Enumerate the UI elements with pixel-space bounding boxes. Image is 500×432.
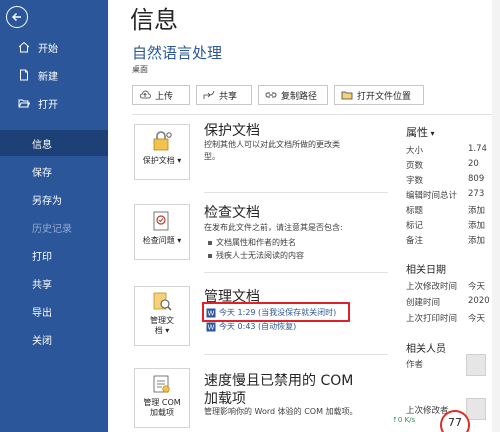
property-row: 大小 1.74: [406, 144, 487, 156]
nav-info[interactable]: 信息: [0, 130, 108, 156]
manage-document-tile-label: 管理文档 ▾: [150, 316, 174, 335]
nav-info-label: 信息: [32, 139, 52, 151]
info-page: 信息 自然语言处理 桌面 上传 共享 复制路径 打开文件位置 保护文档 ▾ 保护…: [108, 0, 500, 432]
divider: [204, 272, 388, 273]
property-row: 页数 20: [406, 159, 479, 171]
nav-print[interactable]: 打印: [0, 242, 108, 268]
date-row: 上次打印时间 今天: [406, 314, 486, 324]
word-doc-icon: W: [206, 322, 216, 331]
autosave-version-2[interactable]: W 今天 0:43 (自动恢复): [206, 321, 296, 332]
com-addins-title-line1: 速度慢且已禁用的 COM: [204, 373, 354, 389]
document-title: 自然语言处理: [132, 44, 223, 62]
nav-save[interactable]: 保存: [0, 158, 108, 184]
scrollbar[interactable]: [492, 0, 500, 432]
protect-document-desc: 控制其他人可以对此文档所做的更改类型。: [204, 140, 340, 161]
nav-new[interactable]: 新建: [0, 62, 108, 88]
backstage-sidebar: 开始 新建 打开 信息 保存 另存为 历史记录 打印 共享 导出 关闭: [0, 0, 108, 432]
lock-key-icon: [153, 131, 172, 151]
share-button[interactable]: 共享: [196, 85, 252, 105]
nav-save-label: 保存: [32, 167, 52, 179]
divider: [132, 114, 492, 115]
nav-open[interactable]: 打开: [0, 90, 108, 116]
protect-document-tile[interactable]: 保护文档 ▾: [134, 124, 190, 180]
nav-save-as-label: 另存为: [32, 195, 62, 207]
nav-print-label: 打印: [32, 251, 52, 263]
nav-new-label: 新建: [38, 71, 58, 83]
page-title: 信息: [130, 6, 178, 34]
upload-label: 上传: [155, 91, 174, 102]
folder-open-icon: [16, 95, 32, 111]
property-row: 字数 809: [406, 174, 485, 186]
check-issues-tile[interactable]: 检查问题 ▾: [134, 204, 190, 260]
document-location: 桌面: [132, 65, 148, 74]
nav-export-label: 导出: [32, 307, 52, 319]
nav-share[interactable]: 共享: [0, 270, 108, 296]
home-icon: [16, 39, 32, 55]
nav-close[interactable]: 关闭: [0, 326, 108, 352]
nav-share-label: 共享: [32, 279, 52, 291]
nav-history: 历史记录: [0, 214, 108, 240]
status-badge: 77: [440, 410, 470, 432]
divider: [204, 354, 388, 355]
related-dates-heading: 相关日期: [406, 265, 446, 276]
open-file-location-button[interactable]: 打开文件位置: [334, 85, 424, 105]
com-addins-icon: [153, 375, 170, 393]
property-row[interactable]: 备注 添加: [406, 234, 500, 246]
divider: [204, 192, 388, 193]
nav-close-label: 关闭: [32, 335, 52, 347]
related-people-heading: 相关人员: [406, 344, 446, 355]
nav-home-label: 开始: [38, 43, 58, 55]
properties-heading[interactable]: 属性 ▾: [406, 124, 435, 140]
upload-button[interactable]: 上传: [132, 85, 190, 105]
copy-path-button[interactable]: 复制路径: [258, 85, 328, 105]
cloud-upload-icon: [139, 90, 151, 99]
share-icon: [203, 90, 215, 99]
network-speed-indicator: ↑0 K/s: [392, 416, 416, 424]
inspect-document-desc: 在发布此文件之前，请注意其是否包含:: [204, 223, 343, 232]
nav-home[interactable]: 开始: [0, 34, 108, 60]
nav-save-as[interactable]: 另存为: [0, 186, 108, 212]
nav-export[interactable]: 导出: [0, 298, 108, 324]
inspect-bullet: 文档属性和作者的姓名: [208, 237, 296, 248]
nav-open-label: 打开: [38, 99, 58, 111]
nav-history-label: 历史记录: [32, 223, 72, 235]
share-label: 共享: [219, 91, 238, 102]
manage-document-icon: [153, 292, 172, 311]
folder-icon: [341, 91, 353, 100]
new-document-icon: [16, 67, 32, 83]
link-icon: [265, 92, 277, 98]
open-file-location-label: 打开文件位置: [357, 91, 412, 102]
property-row[interactable]: 标题 添加: [406, 204, 500, 216]
inspect-bullet: 残疾人士无法阅读的内容: [208, 250, 304, 261]
date-row: 创建时间 2020: [406, 296, 490, 308]
check-issues-tile-label: 检查问题 ▾: [142, 236, 182, 245]
back-arrow-icon[interactable]: [6, 6, 28, 28]
protect-document-tile-label: 保护文档 ▾: [142, 156, 182, 165]
manage-com-addins-tile[interactable]: 管理 COM 加载项: [134, 368, 190, 428]
manage-com-addins-tile-label: 管理 COM 加载项: [143, 398, 181, 417]
com-addins-title-line2: 加载项: [204, 391, 246, 407]
author-avatar[interactable]: [466, 354, 486, 376]
svg-text:W: W: [208, 323, 215, 331]
protect-document-title: 保护文档: [204, 123, 260, 139]
manage-document-tile[interactable]: 管理文档 ▾: [134, 286, 190, 346]
copy-path-label: 复制路径: [281, 91, 318, 102]
highlight-annotation: [202, 302, 350, 322]
inspect-document-icon: [153, 211, 169, 231]
modifier-avatar[interactable]: [466, 398, 486, 420]
inspect-document-title: 检查文档: [204, 205, 260, 221]
property-row: 编辑时间总计 273: [406, 189, 485, 201]
property-row[interactable]: 标记 添加: [406, 219, 500, 231]
com-addins-desc: 管理影响你的 Word 体验的 COM 加载项。: [204, 407, 358, 416]
date-row: 上次修改时间 今天: [406, 282, 486, 292]
